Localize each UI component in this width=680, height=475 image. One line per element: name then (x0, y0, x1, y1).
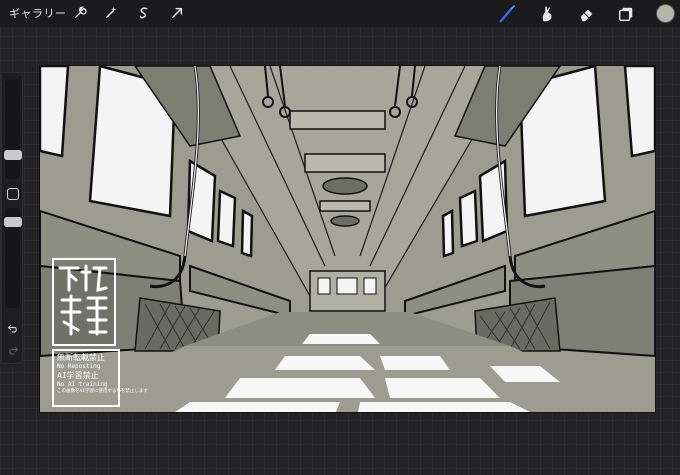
brush-size-track[interactable] (5, 79, 20, 179)
redo-icon[interactable] (5, 343, 21, 359)
transform-arrow-icon[interactable] (168, 4, 186, 22)
selection-icon[interactable] (135, 4, 153, 22)
brush-size-slider[interactable] (4, 150, 22, 160)
drawing-canvas[interactable]: 無断転載禁止 No Reposting AI学習禁止 No AI trainin… (40, 66, 655, 412)
layers-icon[interactable] (615, 3, 637, 25)
modify-button[interactable] (7, 188, 19, 200)
opacity-slider[interactable] (4, 217, 22, 227)
notice-line-2: No Reposting (57, 363, 101, 370)
wrench-icon[interactable] (71, 4, 89, 22)
no-repost-notice: 無断転載禁止 No Reposting AI学習禁止 No AI trainin… (52, 349, 148, 407)
top-toolbar: ギャラリー (0, 0, 680, 27)
train-interior-artwork (40, 66, 655, 412)
color-picker-swatch[interactable] (656, 4, 675, 23)
seal-glyphs-image (58, 264, 108, 336)
brush-icon[interactable] (496, 3, 518, 25)
smudge-icon[interactable] (536, 3, 558, 25)
notice-line-3: AI学習禁止 (57, 371, 99, 380)
magic-wand-icon[interactable] (102, 4, 120, 22)
notice-line-1: 無断転載禁止 (57, 353, 105, 362)
left-sidebar (1, 72, 23, 364)
notice-line-5: この画像をAI学習に使用する事を禁止します (57, 389, 148, 394)
artist-seal-stamp (52, 258, 116, 346)
gallery-button[interactable]: ギャラリー (9, 5, 67, 21)
eraser-icon[interactable] (576, 3, 598, 25)
undo-icon[interactable] (5, 321, 21, 337)
notice-line-4: No AI training (57, 381, 108, 388)
